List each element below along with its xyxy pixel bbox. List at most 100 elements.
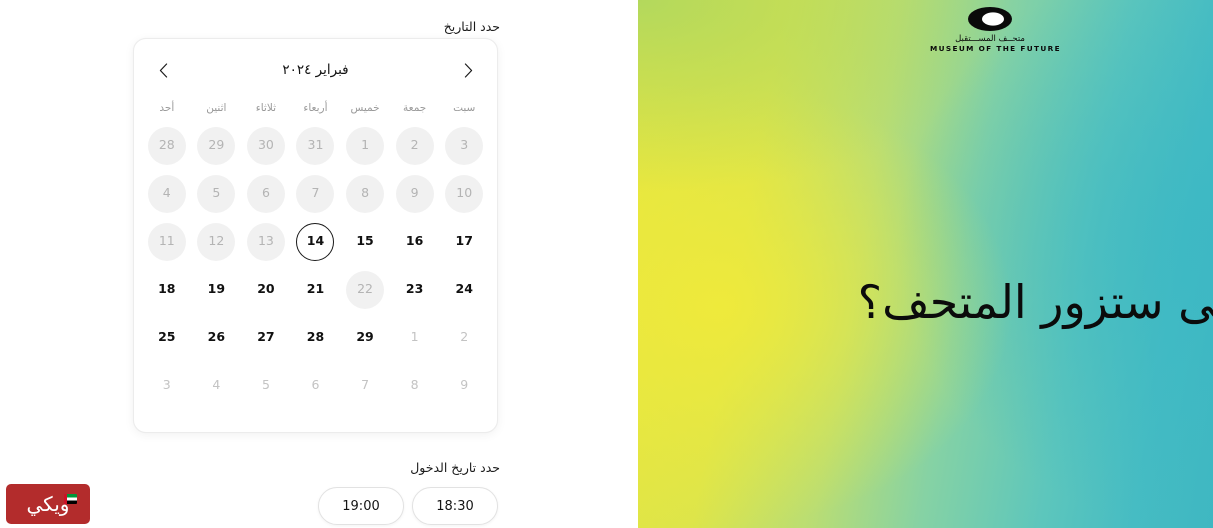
calendar-cell: 2 <box>390 122 440 170</box>
calendar-day-selected[interactable]: 14 <box>296 222 335 261</box>
calendar-day: 8 <box>346 174 385 213</box>
time-slot-button[interactable]: 19:00 <box>318 487 404 525</box>
calendar-day: 6 <box>296 367 334 405</box>
calendar-day: 28 <box>147 126 186 165</box>
calendar-week-row: 3456789 <box>134 362 497 410</box>
chevron-left-icon[interactable] <box>150 57 176 83</box>
calendar-week-row: 28 29 30 31 1 2 3 <box>134 122 497 170</box>
calendar-weekday: جمعة <box>403 102 427 114</box>
calendar-day: 30 <box>246 126 285 165</box>
calendar-day: 22 <box>346 270 385 309</box>
calendar-day[interactable]: 17 <box>445 223 483 261</box>
calendar-cell: 8 <box>390 362 440 410</box>
calendar-cell: 29 <box>340 314 390 362</box>
calendar-week-row: 25 26 27 28 29 1 2 <box>134 314 497 362</box>
calendar-cell: 29 <box>192 122 242 170</box>
time-slot-button[interactable]: 18:30 <box>412 487 498 525</box>
calendar-day[interactable]: 15 <box>346 223 384 261</box>
time-slot-list: 19:00 18:30 <box>318 487 498 525</box>
uae-flag-icon <box>64 494 77 504</box>
calendar-day[interactable]: 29 <box>346 319 384 357</box>
calendar-day[interactable]: 21 <box>296 271 334 309</box>
calendar-day[interactable]: 18 <box>148 271 186 309</box>
calendar-cell: 2 <box>439 314 489 362</box>
select-date-label: حدد التاريخ <box>443 19 500 34</box>
calendar-day: 1 <box>346 126 385 165</box>
calendar-day[interactable]: 23 <box>396 271 434 309</box>
calendar-day: 2 <box>445 319 483 357</box>
calendar-weekday-row: أحد اثنين ثلاثاء أربعاء خميس جمعة سبت <box>134 101 497 116</box>
calendar-cell: 26 <box>192 314 242 362</box>
calendar-weekday: أربعاء <box>303 102 328 114</box>
calendar-cell: 31 <box>291 122 341 170</box>
calendar-week-row: 4 5 6 7 8 9 10 <box>134 170 497 218</box>
calendar-cell: 17 <box>439 218 489 266</box>
calendar-cell: 7 <box>340 362 390 410</box>
calendar-day: 3 <box>445 126 484 165</box>
calendar-day[interactable]: 28 <box>296 319 334 357</box>
calendar-day: 10 <box>445 174 484 213</box>
calendar-cell: 11 <box>142 218 192 266</box>
select-entry-time-label: حدد تاريخ الدخول <box>410 460 500 475</box>
calendar-cell: 23 <box>390 266 440 314</box>
calendar-day: 13 <box>246 222 285 261</box>
calendar-day: 2 <box>395 126 434 165</box>
calendar-month-title: فبراير ٢٠٢٤ <box>282 62 349 78</box>
page-root: حدد التاريخ فبراير ٢٠٢٤ أحد اثنين ثلاثاء أر… <box>0 0 1213 528</box>
calendar-weekday: أحد <box>159 102 175 114</box>
calendar-day: 9 <box>445 367 483 405</box>
calendar-cell: 18 <box>142 266 192 314</box>
calendar-cell: 27 <box>241 314 291 362</box>
calendar-cell: 24 <box>439 266 489 314</box>
calendar-day[interactable]: 16 <box>396 223 434 261</box>
calendar-cell: 28 <box>291 314 341 362</box>
calendar-day: 29 <box>197 126 236 165</box>
calendar-weekday: ثلاثاء <box>255 102 277 114</box>
calendar-day: 4 <box>147 174 186 213</box>
calendar-day: 3 <box>148 367 186 405</box>
calendar-cell: 4 <box>142 170 192 218</box>
calendar-cell: 10 <box>439 170 489 218</box>
calendar-day[interactable]: 27 <box>247 319 285 357</box>
calendar-cell: 16 <box>390 218 440 266</box>
calendar-day: 8 <box>396 367 434 405</box>
calendar-cell: 3 <box>439 122 489 170</box>
calendar-cell: 7 <box>291 170 341 218</box>
museum-logo: متحــف المســـتقبل MUSEUM OF THE FUTURE <box>930 6 1061 54</box>
calendar-day: 7 <box>296 174 335 213</box>
calendar-day: 11 <box>147 222 186 261</box>
calendar-day: 1 <box>396 319 434 357</box>
calendar-cell: 28 <box>142 122 192 170</box>
museum-of-the-future-ellipse-logo <box>968 7 1012 31</box>
calendar-cell: 9 <box>439 362 489 410</box>
calendar-cell: 1 <box>390 314 440 362</box>
chevron-right-icon[interactable] <box>455 57 481 83</box>
calendar-day: 5 <box>197 174 236 213</box>
calendar-day[interactable]: 24 <box>445 271 483 309</box>
calendar-day: 4 <box>197 367 235 405</box>
calendar-cell: 20 <box>241 266 291 314</box>
calendar-day[interactable]: 19 <box>197 271 235 309</box>
calendar-cell: 6 <box>291 362 341 410</box>
museum-logo-arabic-text: متحــف المســـتقبل <box>955 34 1025 44</box>
calendar-week-row: 18 19 20 21 22 23 24 <box>134 266 497 314</box>
calendar-card: فبراير ٢٠٢٤ أحد اثنين ثلاثاء أربعاء خميس جمعة… <box>133 38 498 433</box>
museum-logo-english-text: MUSEUM OF THE FUTURE <box>930 44 1061 54</box>
calendar-day[interactable]: 26 <box>197 319 235 357</box>
booking-panel: حدد التاريخ فبراير ٢٠٢٤ أحد اثنين ثلاثاء أر… <box>0 0 638 528</box>
calendar-grid: 28 29 30 31 1 2 3 4 5 6 7 8 9 10 11 12 13 14 15 16 17 18 19 20 2… <box>134 122 497 410</box>
calendar-cell: 21 <box>291 266 341 314</box>
calendar-weekday: خميس <box>350 102 380 114</box>
calendar-cell: 19 <box>192 266 242 314</box>
calendar-day[interactable]: 20 <box>247 271 285 309</box>
calendar-cell: 5 <box>241 362 291 410</box>
calendar-cell: 13 <box>241 218 291 266</box>
hero-gradient-tint <box>638 0 1213 528</box>
calendar-day: 12 <box>197 222 236 261</box>
calendar-day[interactable]: 25 <box>148 319 186 357</box>
calendar-day: 9 <box>395 174 434 213</box>
calendar-cell: 1 <box>340 122 390 170</box>
calendar-day: 6 <box>246 174 285 213</box>
calendar-day: 7 <box>346 367 384 405</box>
calendar-cell: 12 <box>192 218 242 266</box>
